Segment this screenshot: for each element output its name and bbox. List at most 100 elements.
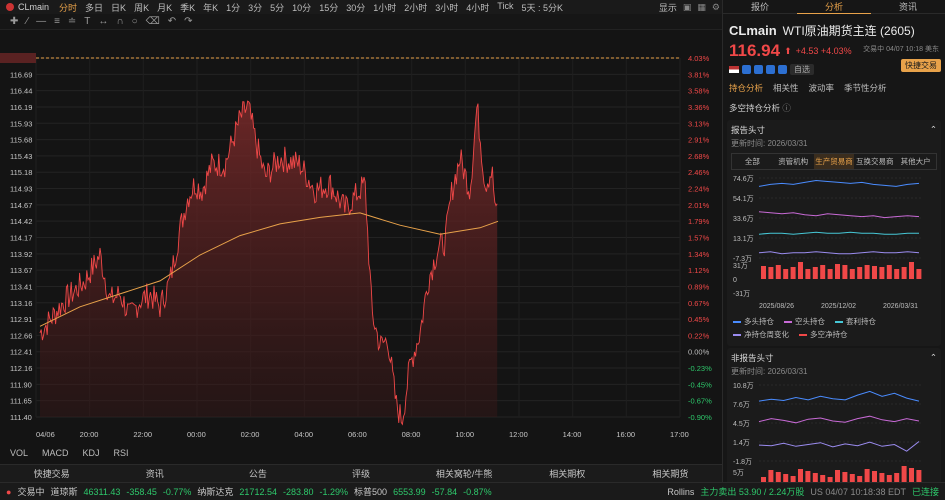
net-position-bar [805,269,811,279]
period-tab[interactable]: 分时 [55,1,81,14]
period-tab[interactable]: 15分 [315,1,342,14]
text-tool-icon[interactable]: T [84,16,90,27]
display-menu[interactable]: 显示 [659,1,677,14]
segment-button[interactable]: 资管机构 [773,154,814,169]
undo-icon[interactable]: ↶ [168,16,176,27]
quick-trade-button[interactable]: 快捷交易 [901,59,941,72]
time-tick: 16:00 [616,430,635,439]
info-icon[interactable]: ⓘ [782,103,791,113]
price-change: +4.53 +4.03% [795,46,852,56]
period-tab[interactable]: 1分 [222,1,244,14]
symbol-label: CLmain [18,2,50,12]
report-updated: 更新时间: 2026/03/31 [731,139,808,148]
alert-icon[interactable] [766,65,775,74]
news-tab[interactable]: 公告 [206,467,309,480]
sp500-change: -57.84 [431,486,458,497]
symbol-tab[interactable]: CLmain [0,2,55,12]
legend-item: 多头持仓 [733,316,774,327]
flow-value: 主力卖出 53.90 / 2.24万股 [700,487,805,497]
dow-label[interactable]: 道琼斯 [50,485,77,498]
legend-label: 套利持仓 [846,317,876,326]
nasdaq-label[interactable]: 纳斯达克 [197,485,233,498]
news-tab[interactable]: 资讯 [103,467,206,480]
price-tick: 111.90 [10,380,32,389]
analysis-sub-tab[interactable]: 持仓分析 [729,82,763,94]
dow-change: -358.45 [126,486,157,497]
watchlist-button[interactable]: 自选 [790,64,814,75]
net-position-bar [775,265,781,279]
period-tab[interactable]: 多日 [81,1,107,14]
analysis-sub-tab[interactable]: 相关性 [773,82,799,94]
indicator-tab[interactable]: VOL [10,448,28,458]
pct-tick: 3.13% [688,119,710,128]
camera-icon[interactable]: ▣ [683,2,692,13]
price-chart[interactable]: 116.944.03%116.693.81%116.443.58%116.193… [0,30,722,460]
short-position-line [758,211,920,219]
period-tab[interactable]: 周K [130,1,153,14]
measure-tool-icon[interactable]: ↔ [98,16,108,27]
segment-button[interactable]: 互换交易商 [854,154,895,169]
status-bar: ● 交易中 道琼斯 46311.43 -358.45 -0.77% 纳斯达克 2… [0,482,945,500]
crosshair-icon[interactable]: ✚ [10,16,18,27]
lightning-icon[interactable] [742,65,751,74]
dow-value: 46311.43 [83,486,121,497]
time-tick: 20:00 [80,430,99,439]
price-chart-svg[interactable]: 116.944.03%116.693.81%116.443.58%116.193… [0,30,722,446]
share-icon[interactable] [754,65,763,74]
period-tab[interactable]: 10分 [288,1,315,14]
panel-tab[interactable]: 分析 [797,0,871,14]
period-tab[interactable]: 4小时 [462,1,493,14]
note-icon[interactable] [778,65,787,74]
analysis-sub-tab[interactable]: 波动率 [809,82,835,94]
panel-tab[interactable]: 资讯 [871,0,945,13]
layout-icon[interactable]: ▦ [697,2,706,13]
period-tab[interactable]: 1小时 [369,1,400,14]
period-tab[interactable]: 年K [199,1,222,14]
period-tab[interactable]: 季K [176,1,199,14]
period-tab[interactable]: 日K [107,1,130,14]
time-tick: 10:00 [455,430,474,439]
segment-button[interactable]: 全部 [732,154,773,169]
period-tab[interactable]: 3小时 [431,1,462,14]
collapse-icon[interactable]: ⌃ [930,352,937,364]
news-tab[interactable]: 相关窝轮/牛熊 [413,467,516,480]
collapse-icon[interactable]: ⌃ [930,124,937,136]
nonreport-updated: 更新时间: 2026/03/31 [731,367,808,376]
news-tab[interactable]: 评级 [309,467,412,480]
period-tab[interactable]: 月K [153,1,176,14]
dow-pct: -0.77% [162,486,192,497]
period-tab[interactable]: 2小时 [400,1,431,14]
news-tab[interactable]: 快捷交易 [0,467,103,480]
price-tick: 115.18 [10,168,32,177]
indicator-tab[interactable]: KDJ [83,448,100,458]
magnet-icon[interactable]: ∩ [116,16,123,27]
period-tab[interactable]: 3分 [244,1,266,14]
eraser-icon[interactable]: ⌫ [146,16,160,27]
panel-tab[interactable]: 报价 [723,0,797,13]
report-y-tick: 54.1万 [733,195,754,203]
analysis-sub-tab[interactable]: 季节性分析 [844,82,887,94]
segment-button[interactable]: 其他大户 [895,154,936,169]
pct-tick: 2.68% [688,152,710,161]
segment-button[interactable]: 生产贸易商 [813,154,855,169]
period-tab[interactable]: 5分 [266,1,288,14]
news-tab[interactable]: 相关期货 [619,467,722,480]
indicator-tab[interactable]: MACD [42,448,69,458]
period-tab[interactable]: 5天 : 5分K [517,1,567,14]
redo-icon[interactable]: ↷ [184,16,192,27]
period-tabs: 分时 多日 日K 周K 月K 季K 年K 1分 3分 5分 10分 15分 30分 1小时 2小时 3小时 4小… [55,1,567,14]
lock-icon[interactable]: ○ [132,16,138,27]
pct-tick: 2.46% [688,168,710,177]
fib-tool-icon[interactable]: ≐ [68,16,76,27]
news-tab[interactable]: 相关期权 [516,467,619,480]
period-tab[interactable]: 30分 [342,1,369,14]
period-tab[interactable]: Tick [493,1,517,14]
price-tick: 111.40 [10,413,32,422]
indicator-tab[interactable]: RSI [114,448,129,458]
hline-tool-icon[interactable]: — [36,16,46,27]
settings-icon[interactable]: ⚙ [712,2,720,13]
session-status: 交易中 [17,487,45,497]
channel-tool-icon[interactable]: ≡ [54,16,60,27]
sp500-label[interactable]: 标普500 [354,485,387,498]
line-tool-icon[interactable]: ∕ [26,16,28,27]
